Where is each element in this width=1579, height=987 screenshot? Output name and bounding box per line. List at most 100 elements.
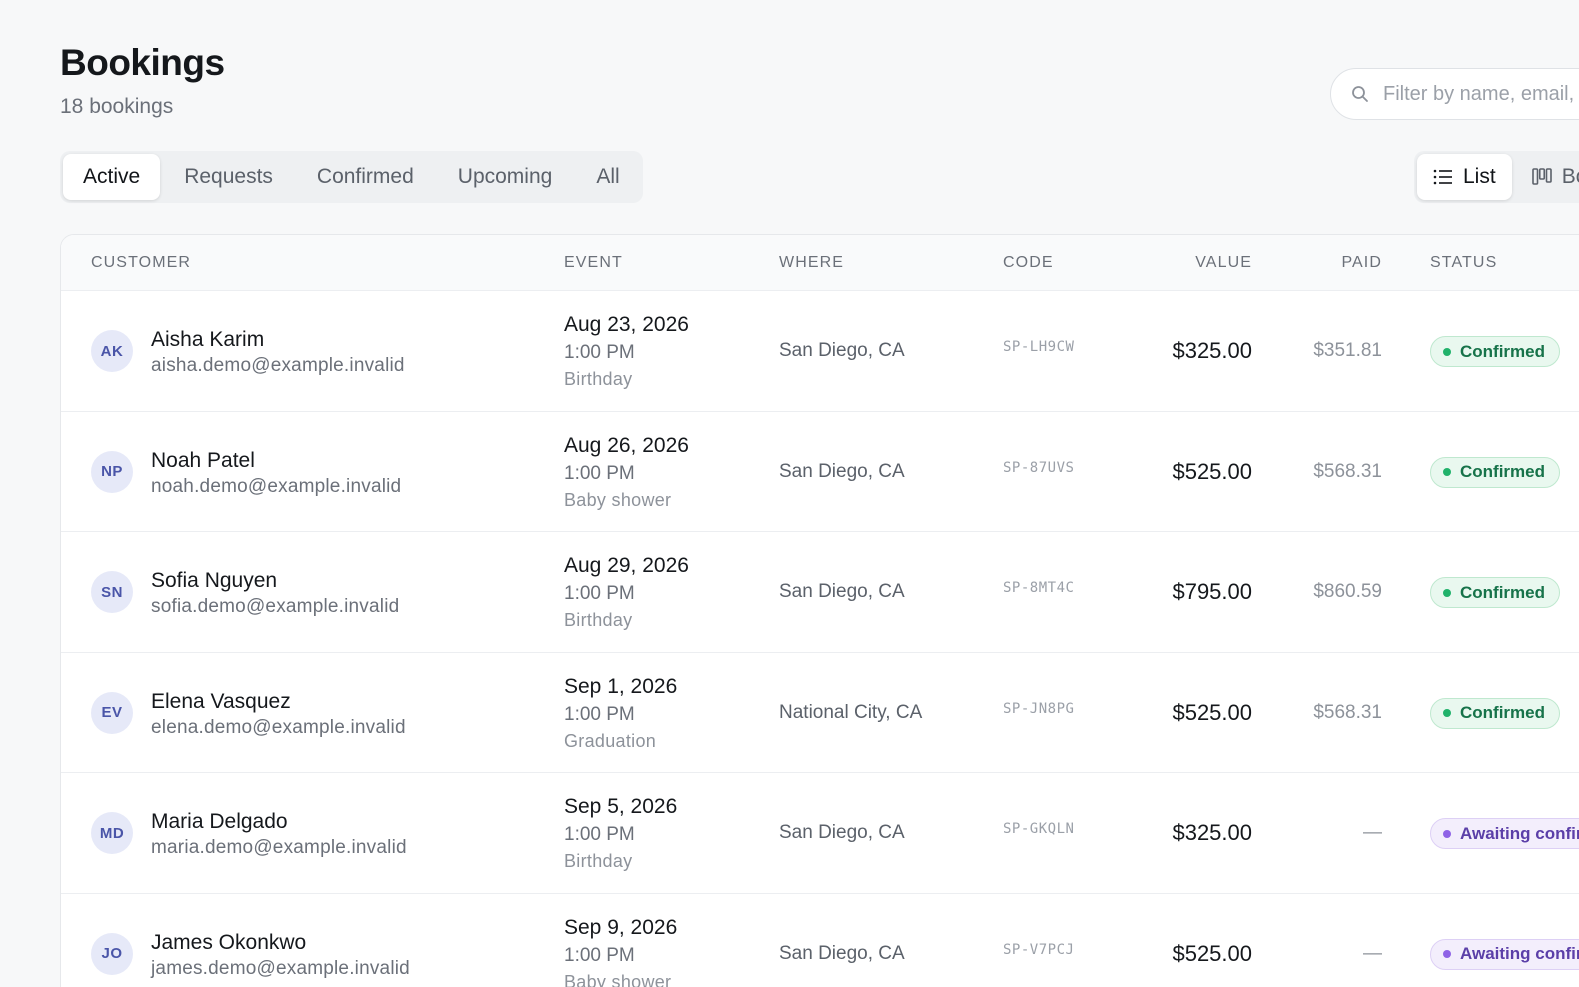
view-toggle: List Board — [1414, 151, 1579, 203]
booking-code: SP-JN8PG — [1003, 700, 1075, 717]
table-row[interactable]: MD Maria Delgado maria.demo@example.inva… — [61, 773, 1579, 894]
column-header-where[interactable]: WHERE — [779, 254, 844, 272]
booking-value: $525.00 — [1172, 940, 1252, 966]
amount-paid: $860.59 — [1313, 581, 1382, 602]
event-location: San Diego, CA — [779, 340, 905, 361]
status-badge: Awaiting confirmation — [1430, 818, 1579, 849]
customer-email: elena.demo@example.invalid — [151, 716, 406, 738]
tab-upcoming[interactable]: Upcoming — [438, 154, 573, 200]
amount-paid: $568.31 — [1313, 701, 1382, 723]
booking-code: SP-GKQLN — [1003, 821, 1075, 837]
customer-email: maria.demo@example.invalid — [151, 837, 407, 858]
event-location: San Diego, CA — [779, 581, 905, 602]
customer-name: Elena Vasquez — [151, 689, 291, 713]
avatar: NP — [91, 450, 133, 493]
tab-all[interactable]: All — [576, 154, 639, 200]
board-view-label: Board — [1561, 165, 1579, 188]
avatar: JO — [91, 932, 133, 975]
event-time: 1:00 PM — [564, 583, 635, 604]
board-view-button[interactable]: Board — [1516, 154, 1579, 200]
event-type: Graduation — [564, 730, 657, 751]
booking-code: SP-V7PCJ — [1003, 941, 1075, 958]
table-row[interactable]: AK Aisha Karim aisha.demo@example.invali… — [61, 291, 1579, 412]
amount-paid: $568.31 — [1313, 460, 1382, 482]
customer-email: aisha.demo@example.invalid — [151, 355, 405, 376]
status-label: Confirmed — [1460, 703, 1545, 722]
status-dot — [1443, 950, 1451, 958]
table-row[interactable]: NP Noah Patel noah.demo@example.invalid … — [61, 412, 1579, 532]
booking-value: $325.00 — [1172, 338, 1252, 363]
status-label: Confirmed — [1460, 582, 1545, 602]
search-icon — [1352, 86, 1368, 102]
event-date: Sep 9, 2026 — [564, 915, 678, 939]
booking-value: $525.00 — [1172, 458, 1252, 484]
amount-paid: — — [1363, 822, 1382, 843]
event-location: San Diego, CA — [779, 822, 905, 843]
bookings-page: Bookings 18 bookings Active Requests Con… — [0, 0, 1579, 987]
list-icon — [1433, 169, 1452, 185]
table-row[interactable]: EV Elena Vasquez elena.demo@example.inva… — [61, 653, 1579, 773]
booking-code: SP-87UVS — [1003, 459, 1075, 476]
event-date: Sep 5, 2026 — [564, 795, 678, 818]
table-header: CUSTOMER EVENT WHERE CODE VALUE PAID STA… — [61, 235, 1579, 291]
customer-name: James Okonkwo — [151, 930, 307, 954]
list-view-button[interactable]: List — [1417, 154, 1512, 200]
customer-name: Noah Patel — [151, 448, 255, 472]
booking-code: SP-8MT4C — [1003, 580, 1075, 596]
avatar: AK — [91, 330, 133, 372]
event-time: 1:00 PM — [564, 462, 635, 484]
status-label: Awaiting confirmation — [1460, 944, 1579, 963]
page-title: Bookings — [60, 42, 225, 83]
avatar: MD — [91, 812, 133, 854]
status-badge: Awaiting confirmation — [1430, 938, 1579, 970]
event-type: Baby shower — [564, 489, 672, 510]
avatar: EV — [91, 691, 133, 734]
event-type: Baby shower — [564, 971, 672, 987]
event-time: 1:00 PM — [564, 824, 635, 845]
column-header-code[interactable]: CODE — [1003, 254, 1054, 272]
status-dot — [1443, 709, 1451, 717]
tab-active[interactable]: Active — [63, 154, 161, 200]
search-box[interactable] — [1330, 68, 1579, 120]
event-date: Aug 26, 2026 — [564, 433, 689, 457]
column-header-event[interactable]: EVENT — [564, 254, 623, 272]
customer-name: Aisha Karim — [151, 328, 265, 351]
column-header-customer[interactable]: CUSTOMER — [91, 254, 191, 272]
status-label: Awaiting confirmation — [1460, 823, 1579, 843]
list-view-label: List — [1463, 165, 1496, 188]
event-date: Aug 29, 2026 — [564, 554, 689, 577]
booking-value: $795.00 — [1172, 579, 1252, 604]
booking-value: $525.00 — [1172, 699, 1252, 725]
search-input[interactable] — [1383, 82, 1579, 106]
event-time: 1:00 PM — [564, 703, 635, 725]
event-location: San Diego, CA — [779, 460, 905, 482]
board-icon — [1531, 168, 1552, 185]
customer-email: james.demo@example.invalid — [151, 957, 410, 979]
status-badge: Confirmed — [1430, 336, 1560, 367]
event-time: 1:00 PM — [564, 342, 635, 363]
column-header-value[interactable]: VALUE — [1195, 254, 1252, 272]
customer-email: sofia.demo@example.invalid — [151, 596, 400, 617]
tab-requests[interactable]: Requests — [164, 154, 293, 200]
booking-value: $325.00 — [1172, 820, 1252, 845]
tab-confirmed[interactable]: Confirmed — [297, 154, 434, 200]
status-badge: Confirmed — [1430, 456, 1560, 488]
status-dot — [1443, 347, 1451, 356]
column-header-status[interactable]: STATUS — [1430, 254, 1497, 272]
amount-paid: $351.81 — [1313, 340, 1382, 361]
customer-name: Maria Delgado — [151, 810, 288, 833]
table-row[interactable]: JO James Okonkwo james.demo@example.inva… — [61, 894, 1579, 987]
column-header-paid[interactable]: PAID — [1341, 254, 1382, 272]
customer-name: Sofia Nguyen — [151, 569, 278, 592]
event-type: Birthday — [564, 851, 633, 871]
avatar: SN — [91, 571, 133, 613]
status-label: Confirmed — [1460, 462, 1545, 481]
status-badge: Confirmed — [1430, 577, 1560, 608]
filter-tabs: Active Requests Confirmed Upcoming All — [60, 151, 643, 203]
table-row[interactable]: SN Sofia Nguyen sofia.demo@example.inval… — [61, 532, 1579, 653]
bookings-table: CUSTOMER EVENT WHERE CODE VALUE PAID STA… — [60, 234, 1579, 987]
event-type: Birthday — [564, 369, 633, 389]
event-location: National City, CA — [779, 701, 923, 723]
event-time: 1:00 PM — [564, 944, 635, 966]
amount-paid: — — [1363, 942, 1382, 964]
